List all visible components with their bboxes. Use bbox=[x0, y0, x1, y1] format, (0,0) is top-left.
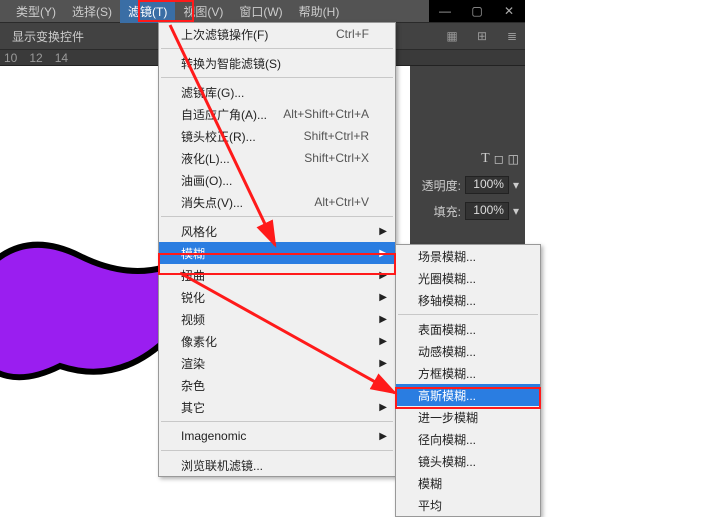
fill-input[interactable]: 100% bbox=[465, 202, 509, 220]
menu-other[interactable]: 其它▶ bbox=[159, 396, 395, 418]
maximize-button[interactable]: ▢ bbox=[461, 0, 493, 22]
blur-further[interactable]: 进一步模糊 bbox=[396, 406, 540, 428]
blur-motion[interactable]: 动感模糊... bbox=[396, 340, 540, 362]
menu-sharpen[interactable]: 锐化▶ bbox=[159, 286, 395, 308]
blur-lens[interactable]: 镜头模糊... bbox=[396, 450, 540, 472]
menu-window[interactable]: 窗口(W) bbox=[231, 0, 290, 23]
blur-gaussian[interactable]: 高斯模糊... bbox=[396, 384, 540, 406]
menu-video[interactable]: 视频▶ bbox=[159, 308, 395, 330]
blur-radial[interactable]: 径向模糊... bbox=[396, 428, 540, 450]
opacity-input[interactable]: 100% bbox=[465, 176, 509, 194]
fill-label: 填充: bbox=[434, 203, 461, 220]
menu-vanishing-point[interactable]: 消失点(V)...Alt+Ctrl+V bbox=[159, 191, 395, 213]
menu-type[interactable]: 类型(Y) bbox=[8, 0, 64, 23]
show-transform-controls-label: 显示变换控件 bbox=[12, 28, 84, 45]
opacity-dropdown-icon[interactable]: ▾ bbox=[513, 178, 519, 192]
align-icon-2[interactable]: ⊞ bbox=[469, 25, 495, 47]
path-tool-icon[interactable]: ◫ bbox=[508, 152, 519, 166]
blur-iris[interactable]: 光圈模糊... bbox=[396, 267, 540, 289]
blur-box[interactable]: 方框模糊... bbox=[396, 362, 540, 384]
menu-blur[interactable]: 模糊▶ bbox=[159, 242, 395, 264]
blur-average[interactable]: 平均 bbox=[396, 494, 540, 516]
menu-pixelate[interactable]: 像素化▶ bbox=[159, 330, 395, 352]
menu-lens-correction[interactable]: 镜头校正(R)...Shift+Ctrl+R bbox=[159, 125, 395, 147]
menu-liquify[interactable]: 液化(L)...Shift+Ctrl+X bbox=[159, 147, 395, 169]
menu-distort[interactable]: 扭曲▶ bbox=[159, 264, 395, 286]
shape-tool-icon[interactable]: ◻ bbox=[494, 152, 504, 166]
arrange-icon[interactable]: ≣ bbox=[499, 25, 525, 47]
ruler-mark: 14 bbox=[55, 51, 68, 65]
menu-adaptive-wide[interactable]: 自适应广角(A)...Alt+Shift+Ctrl+A bbox=[159, 103, 395, 125]
fill-dropdown-icon[interactable]: ▾ bbox=[513, 204, 519, 218]
opacity-label: 透明度: bbox=[422, 177, 461, 194]
menu-select[interactable]: 选择(S) bbox=[64, 0, 120, 23]
ruler-mark: 12 bbox=[29, 51, 42, 65]
close-button[interactable]: ✕ bbox=[493, 0, 525, 22]
filter-menu: 上次滤镜操作(F)Ctrl+F 转换为智能滤镜(S) 滤镜库(G)... 自适应… bbox=[158, 22, 396, 477]
type-tool-icon[interactable]: T bbox=[481, 151, 490, 167]
menu-browse-online[interactable]: 浏览联机滤镜... bbox=[159, 454, 395, 476]
blur-field[interactable]: 场景模糊... bbox=[396, 245, 540, 267]
align-icon[interactable]: ▦ bbox=[439, 25, 465, 47]
menu-help[interactable]: 帮助(H) bbox=[291, 0, 348, 23]
menu-last-filter[interactable]: 上次滤镜操作(F)Ctrl+F bbox=[159, 23, 395, 45]
menu-stylize[interactable]: 风格化▶ bbox=[159, 220, 395, 242]
blur-submenu: 场景模糊... 光圈模糊... 移轴模糊... 表面模糊... 动感模糊... … bbox=[395, 244, 541, 517]
menu-convert-smart[interactable]: 转换为智能滤镜(S) bbox=[159, 52, 395, 74]
blur-blur[interactable]: 模糊 bbox=[396, 472, 540, 494]
minimize-button[interactable]: — bbox=[429, 0, 461, 22]
menu-noise[interactable]: 杂色▶ bbox=[159, 374, 395, 396]
menu-imagenomic[interactable]: Imagenomic▶ bbox=[159, 425, 395, 447]
window-controls: — ▢ ✕ bbox=[429, 0, 525, 22]
menu-filter[interactable]: 滤镜(T) bbox=[120, 0, 175, 23]
blur-tilt[interactable]: 移轴模糊... bbox=[396, 289, 540, 311]
menu-view[interactable]: 视图(V) bbox=[175, 0, 231, 23]
menu-oil-paint[interactable]: 油画(O)... bbox=[159, 169, 395, 191]
menu-filter-gallery[interactable]: 滤镜库(G)... bbox=[159, 81, 395, 103]
menu-render[interactable]: 渲染▶ bbox=[159, 352, 395, 374]
ruler-mark: 10 bbox=[4, 51, 17, 65]
blur-surface[interactable]: 表面模糊... bbox=[396, 318, 540, 340]
